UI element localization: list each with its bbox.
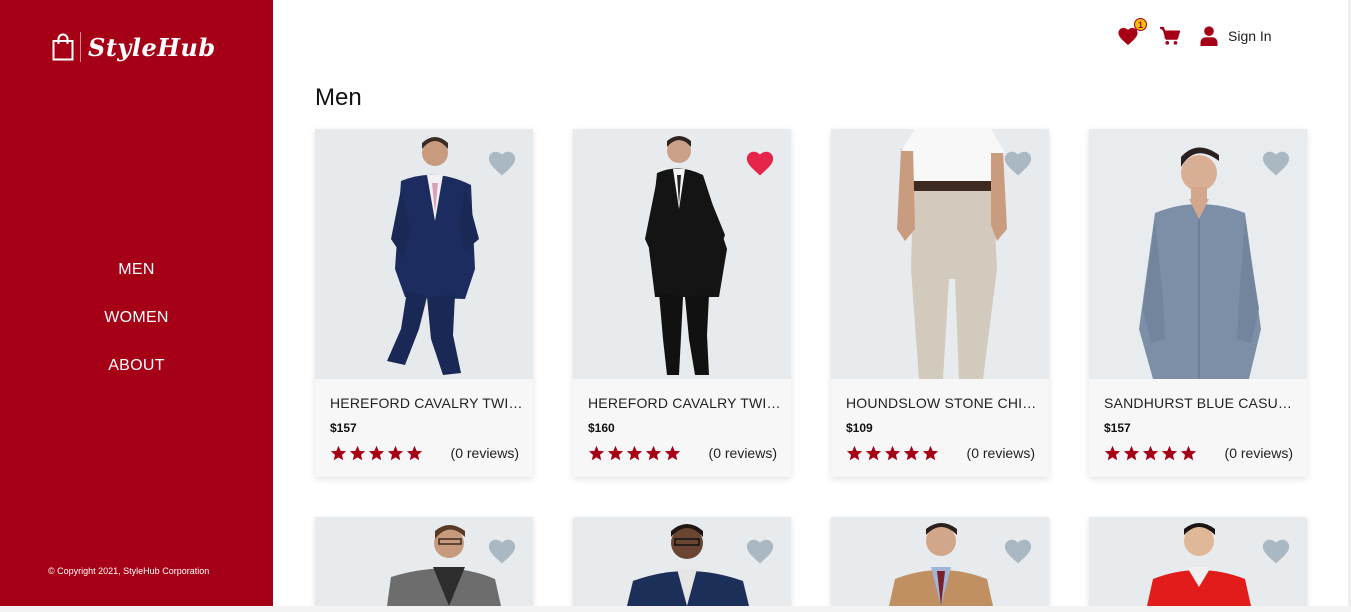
favorite-button[interactable]: [745, 149, 775, 177]
product-price: $157: [330, 421, 357, 435]
star-icon: [1161, 445, 1178, 461]
heart-icon: [488, 539, 516, 564]
cart-button[interactable]: [1159, 26, 1181, 46]
header-actions: 1 Sign In: [1117, 18, 1272, 50]
review-count[interactable]: (0 reviews): [451, 445, 519, 461]
copyright: © Copyright 2021, StyleHub Corporation: [48, 566, 210, 576]
page-title: Men: [315, 84, 362, 111]
star-rating: [1104, 445, 1199, 461]
heart-icon: [746, 539, 774, 564]
product-image[interactable]: [573, 517, 791, 606]
star-icon: [406, 445, 423, 461]
product-image[interactable]: [315, 129, 533, 379]
brand-logo[interactable]: StyleHub: [52, 32, 216, 62]
star-rating: [330, 445, 425, 461]
heart-icon: [1004, 151, 1032, 176]
nav-men[interactable]: MEN: [0, 258, 273, 282]
wishlist-button[interactable]: 1: [1117, 18, 1147, 46]
sign-in-label: Sign In: [1228, 28, 1272, 44]
star-rating: [846, 445, 941, 461]
heart-icon: [1262, 539, 1290, 564]
star-icon: [607, 445, 624, 461]
product-card[interactable]: [831, 517, 1049, 606]
review-count[interactable]: (0 reviews): [709, 445, 777, 461]
star-icon: [1123, 445, 1140, 461]
product-image[interactable]: [573, 129, 791, 379]
product-card[interactable]: [573, 517, 791, 606]
product-image[interactable]: [1089, 517, 1307, 606]
product-image[interactable]: [1089, 129, 1307, 379]
product-image[interactable]: [315, 517, 533, 606]
review-count[interactable]: (0 reviews): [1225, 445, 1293, 461]
product-name[interactable]: HEREFORD CAVALRY TWILL SUIT: [330, 395, 524, 411]
product-price: $160: [588, 421, 615, 435]
logo-divider: [80, 32, 81, 62]
star-icon: [626, 445, 643, 461]
product-name[interactable]: HEREFORD CAVALRY TWILL SUIT: [588, 395, 782, 411]
favorite-button[interactable]: [1003, 537, 1033, 565]
product-image[interactable]: [831, 129, 1049, 379]
heart-icon: [488, 151, 516, 176]
brand-name: StyleHub: [88, 32, 216, 62]
favorite-button[interactable]: [1261, 537, 1291, 565]
horizontal-scrollbar[interactable]: [0, 606, 1351, 612]
star-icon: [330, 445, 347, 461]
star-icon: [368, 445, 385, 461]
favorite-button[interactable]: [487, 537, 517, 565]
product-price: $109: [846, 421, 873, 435]
star-icon: [846, 445, 863, 461]
star-icon: [884, 445, 901, 461]
review-count[interactable]: (0 reviews): [967, 445, 1035, 461]
product-price: $157: [1104, 421, 1131, 435]
cart-icon: [1160, 26, 1181, 45]
product-card[interactable]: [1089, 517, 1307, 606]
star-icon: [349, 445, 366, 461]
favorite-button[interactable]: [1003, 149, 1033, 177]
heart-icon: [1004, 539, 1032, 564]
user-icon: [1200, 26, 1218, 46]
star-rating: [588, 445, 683, 461]
main-nav: MEN WOMEN ABOUT: [0, 258, 273, 402]
product-card[interactable]: HEREFORD CAVALRY TWILL SUIT $160 (0 revi…: [573, 129, 791, 477]
sign-in-button[interactable]: Sign In: [1200, 26, 1272, 46]
product-image[interactable]: [831, 517, 1049, 606]
product-name[interactable]: SANDHURST BLUE CASUAL SHIRT: [1104, 395, 1298, 411]
star-icon: [387, 445, 404, 461]
product-card[interactable]: HOUNDSLOW STONE CHINO $109 (0 reviews): [831, 129, 1049, 477]
product-card[interactable]: [315, 517, 533, 606]
favorite-button[interactable]: [745, 537, 775, 565]
star-icon: [588, 445, 605, 461]
star-icon: [865, 445, 882, 461]
nav-about[interactable]: ABOUT: [0, 354, 273, 378]
heart-icon: [746, 151, 774, 176]
star-icon: [922, 445, 939, 461]
wishlist-count-badge: 1: [1134, 18, 1147, 31]
star-icon: [645, 445, 662, 461]
star-icon: [1142, 445, 1159, 461]
star-icon: [1180, 445, 1197, 461]
favorite-button[interactable]: [1261, 149, 1291, 177]
sidebar: StyleHub MEN WOMEN ABOUT © Copyright 202…: [0, 0, 273, 606]
shopping-bag-icon: [52, 33, 74, 61]
product-name[interactable]: HOUNDSLOW STONE CHINO: [846, 395, 1040, 411]
product-card[interactable]: SANDHURST BLUE CASUAL SHIRT $157 (0 revi…: [1089, 129, 1307, 477]
nav-women[interactable]: WOMEN: [0, 306, 273, 330]
star-icon: [903, 445, 920, 461]
star-icon: [664, 445, 681, 461]
star-icon: [1104, 445, 1121, 461]
heart-icon: [1262, 151, 1290, 176]
product-card[interactable]: HEREFORD CAVALRY TWILL SUIT $157 (0 revi…: [315, 129, 533, 477]
favorite-button[interactable]: [487, 149, 517, 177]
